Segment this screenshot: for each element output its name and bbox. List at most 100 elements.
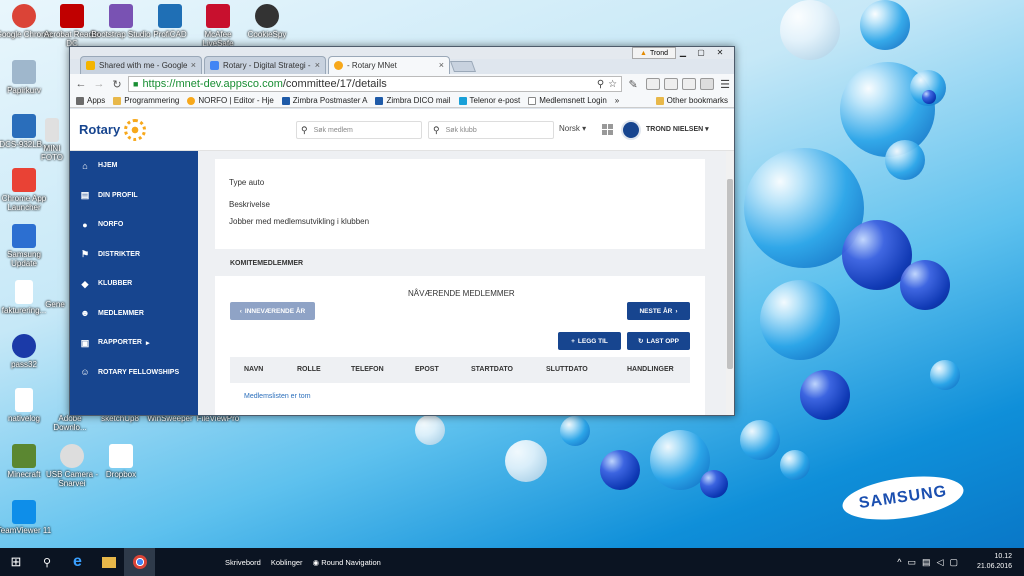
chevron-up-icon: ^ (897, 557, 908, 567)
users-icon: ☻ (80, 308, 90, 319)
desktop-icon-pass32[interactable]: pass32 (0, 334, 54, 369)
more-bookmarks-icon[interactable]: » (615, 96, 619, 105)
eyedropper-icon[interactable]: ✎ (626, 78, 640, 91)
taskbar-explorer[interactable] (93, 548, 124, 576)
sidebar-item-hjem[interactable]: ⌂ HJEM (70, 151, 198, 181)
add-member-button[interactable]: + LEGG TIL (558, 332, 621, 350)
avatar[interactable] (621, 120, 641, 140)
column-telefon[interactable]: TELEFON (351, 366, 384, 373)
desktop-icon-fakturering[interactable]: fakturering... (0, 280, 54, 315)
upload-button[interactable]: ↻ LAST OPP (627, 332, 690, 350)
zoom-icon[interactable]: ⚲ (597, 79, 604, 90)
desktop-icon-recycle-bin[interactable]: Papirkurv (0, 60, 54, 95)
extension-icon[interactable] (682, 78, 697, 90)
bookmark-zimbra-postmaster[interactable]: Zimbra Postmaster A (281, 96, 367, 105)
sidebar-item-rapporter[interactable]: ▣ RAPPORTER ▸ (70, 328, 198, 358)
bookmark-medlemsnett[interactable]: Medlemsnett Login (528, 96, 607, 105)
bootstrap-studio-icon (109, 4, 133, 28)
desktop-icon-app-launcher[interactable]: Chrome App Launcher (0, 168, 54, 212)
usb-camera-icon (60, 444, 84, 468)
bookmark-apps[interactable]: Apps (76, 96, 105, 105)
proficad-icon (158, 4, 182, 28)
system-tray[interactable]: ^▭▤◁▢ (897, 557, 964, 568)
column-handlinger[interactable]: HANDLINGER (627, 366, 674, 373)
desktop-icon-samsung-update[interactable]: Samsung Update (0, 224, 54, 268)
search-club-input[interactable]: ⚲ Søk klubb (428, 121, 554, 139)
search-icon: ⚲ (42, 556, 52, 569)
toolbar-koblinger[interactable]: Koblinger (271, 558, 303, 567)
desktop-icon-cookiespy[interactable]: CookieSpy (237, 4, 297, 39)
next-year-button[interactable]: NESTE ÅR › (627, 302, 690, 320)
star-icon[interactable]: ☆ (608, 79, 617, 90)
extension-icon[interactable] (700, 78, 715, 90)
sidebar-item-klubber[interactable]: ◆ KLUBBER (70, 269, 198, 299)
column-rolle[interactable]: ROLLE (297, 366, 321, 373)
desktop-icon-adobe-download[interactable]: Adobe Downlo... (44, 414, 96, 432)
toolbar-skrivebord[interactable]: Skrivebord (225, 558, 261, 567)
globe-icon: ● (82, 219, 88, 230)
foto-icon (45, 118, 59, 142)
sidebar-item-distrikter[interactable]: ⚑ DISTRIKTER (70, 240, 198, 270)
user-menu[interactable]: TROND NIELSEN ▾ (646, 125, 709, 133)
teamviewer-icon (12, 500, 36, 524)
extension-icon[interactable] (664, 78, 679, 90)
column-epost[interactable]: EPOST (415, 366, 439, 373)
toolbar-round-navigation[interactable]: ◉ Round Navigation (313, 558, 381, 567)
minecraft-icon (12, 444, 36, 468)
bookmark-zimbra-dico[interactable]: Zimbra DICO mail (375, 96, 451, 105)
column-sluttdato[interactable]: SLUTTDATO (546, 366, 588, 373)
close-tab-icon[interactable]: × (191, 60, 196, 70)
new-tab-button[interactable] (449, 61, 477, 72)
tab-rotary-mnet[interactable]: - Rotary MNet × (328, 56, 450, 74)
close-tab-icon[interactable]: × (315, 60, 320, 70)
sidebar-item-rotary-fellowships[interactable]: ☺ ROTARY FELLOWSHIPS (70, 358, 198, 388)
desktop-icon-gene[interactable]: Gene (40, 300, 70, 309)
tab-rotary-digital[interactable]: Rotary - Digital Strategi - × (204, 56, 326, 74)
apps-grid-icon[interactable] (602, 124, 613, 135)
main-content: Type auto Beskrivelse Jobber med medlems… (198, 151, 726, 415)
search-button[interactable]: ⚲ (32, 548, 62, 576)
zimbra-icon (375, 96, 384, 105)
maximize-button[interactable]: ▢ (692, 47, 710, 58)
column-navn[interactable]: NAVN (244, 366, 263, 373)
type-label: Type auto (229, 178, 265, 187)
close-window-button[interactable]: ✕ (710, 47, 730, 58)
address-bar[interactable]: ■ https://mnet-dev.appsco.com/committee/… (128, 76, 623, 92)
taskbar-edge[interactable]: e (62, 548, 93, 576)
language-select[interactable]: Norsk ▾ (559, 124, 586, 133)
search-member-input[interactable]: ⚲ Søk medlem (296, 121, 422, 139)
back-icon[interactable]: ← (74, 78, 88, 90)
notification-icon: ▢ (949, 557, 964, 567)
sidebar-item-medlemmer[interactable]: ☻ MEDLEMMER (70, 299, 198, 329)
desktop-icon-teamviewer[interactable]: TeamViewer 11 (0, 500, 54, 535)
search-icon: ⚲ (433, 124, 440, 135)
forward-icon[interactable]: → (92, 78, 106, 90)
sidebar-item-din-profil[interactable]: ▤ DIN PROFIL (70, 181, 198, 211)
bookmark-programmering[interactable]: Programmering (113, 96, 179, 105)
bookmark-other[interactable]: Other bookmarks (655, 96, 728, 105)
bookmark-norfo[interactable]: NORFO | Editor - Hje (187, 96, 274, 105)
page-scrollbar[interactable] (726, 151, 734, 415)
taskbar-chrome[interactable] (124, 548, 155, 576)
chevron-left-icon: ‹ (239, 307, 242, 315)
web-page: Rotary ⚲ Søk medlem ⚲ Søk klubb Norsk ▾ TR… (70, 109, 734, 415)
folder-icon (101, 556, 116, 568)
start-button[interactable]: ⊞ (0, 548, 32, 576)
sidebar-item-norfo[interactable]: ● NORFO (70, 210, 198, 240)
extension-icon[interactable] (646, 78, 661, 90)
scrollbar-thumb[interactable] (727, 179, 733, 369)
reload-icon[interactable]: ↻ (110, 78, 124, 91)
fellowship-icon: ☺ (80, 367, 90, 378)
desktop-icon-dropbox[interactable]: Dropbox (91, 444, 151, 479)
column-startdato[interactable]: STARTDATO (471, 366, 513, 373)
tab-google-drive[interactable]: Shared with me - Google × (80, 56, 202, 74)
desktop-icon-minifoto[interactable]: MINI FOTO (34, 118, 70, 162)
clock[interactable]: 10.12 21.06.2016 (977, 552, 1012, 572)
minimize-button[interactable]: ▁ (674, 47, 692, 58)
chrome-menu-icon[interactable]: ☰ (720, 78, 730, 91)
profile-chip[interactable]: ▲ Trond (632, 47, 676, 59)
rotary-logo[interactable]: Rotary (79, 118, 147, 141)
current-year-button[interactable]: ‹ INNEVÆRENDE ÅR (230, 302, 315, 320)
bookmark-telenor[interactable]: Telenor e-post (458, 96, 520, 105)
close-tab-icon[interactable]: × (439, 60, 444, 70)
